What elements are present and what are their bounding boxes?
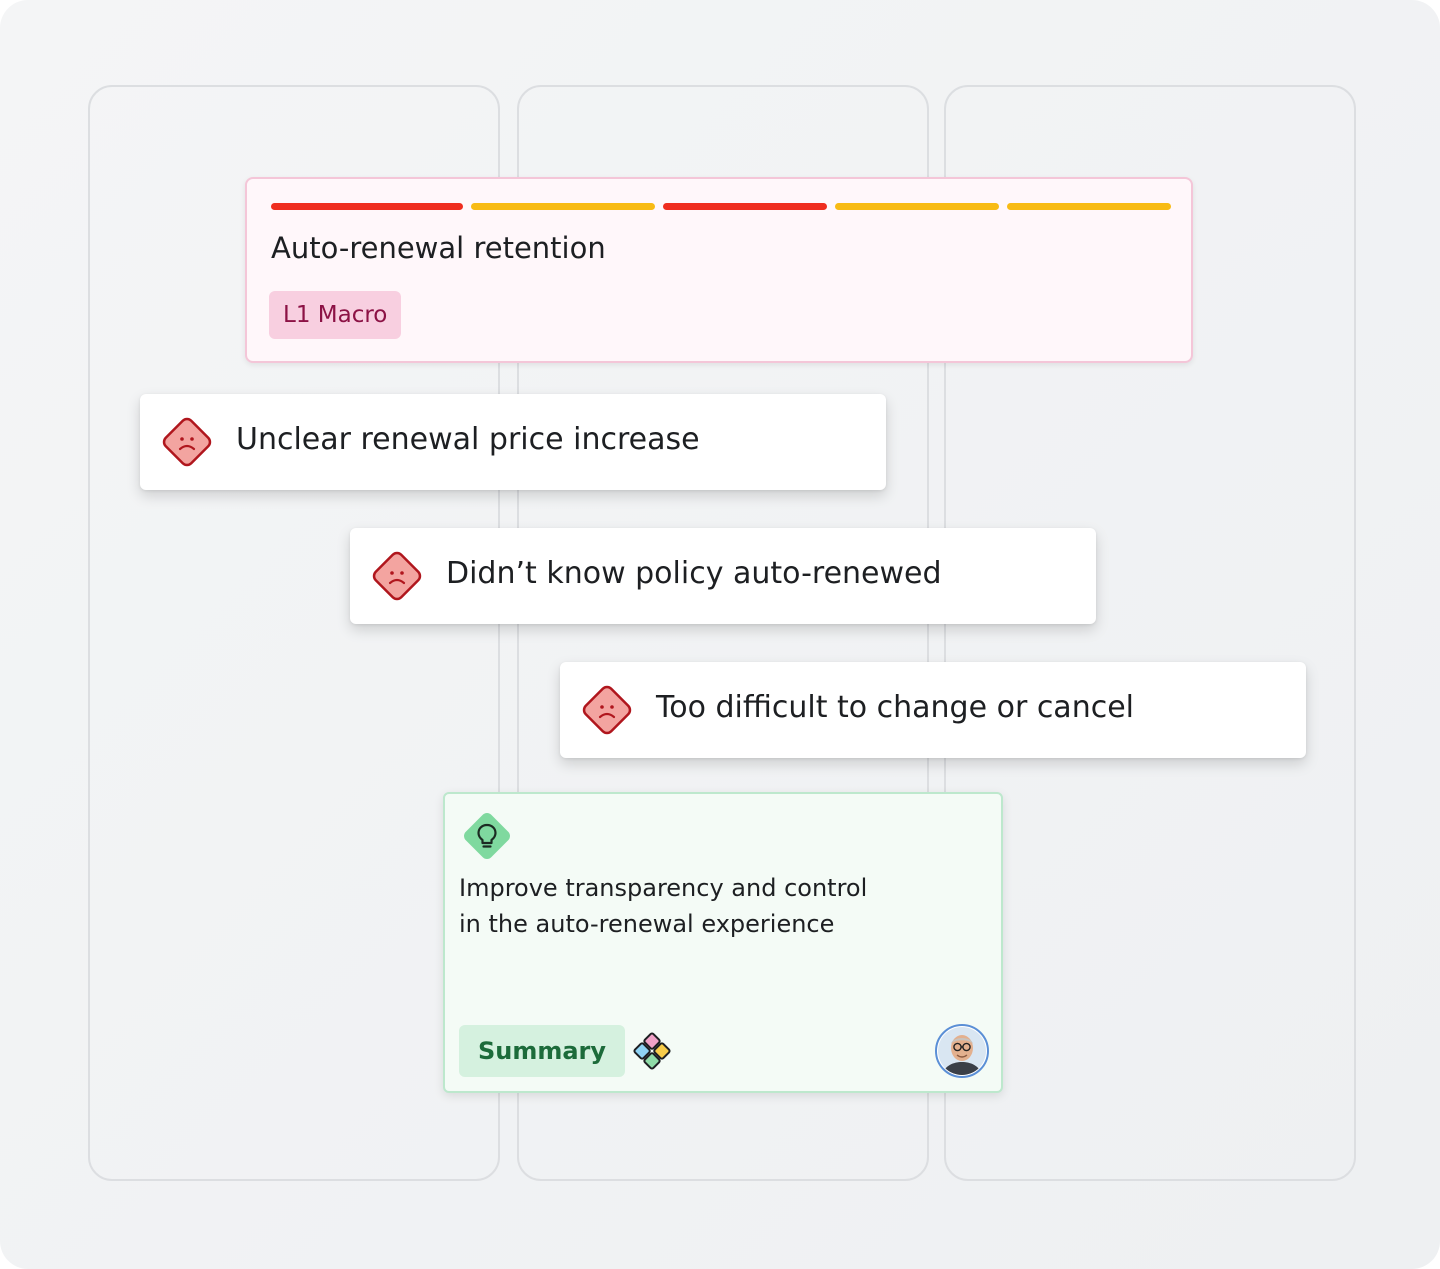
status-segment-5 bbox=[1007, 203, 1171, 210]
summary-tag[interactable]: Summary bbox=[459, 1025, 625, 1077]
pain-point-text: Unclear renewal price increase bbox=[236, 422, 700, 457]
app-grid-icon[interactable] bbox=[633, 1032, 671, 1070]
pain-point-text: Too difficult to change or cancel bbox=[656, 690, 1134, 725]
status-segment-3 bbox=[663, 203, 827, 210]
pain-point-card[interactable]: Unclear renewal price increase bbox=[140, 394, 886, 490]
status-segment-2 bbox=[471, 203, 655, 210]
user-avatar[interactable] bbox=[935, 1024, 989, 1078]
pain-point-card[interactable]: Too difficult to change or cancel bbox=[560, 662, 1306, 758]
macro-card[interactable]: Auto-renewal retention L1 Macro bbox=[245, 177, 1193, 363]
macro-level-tag[interactable]: L1 Macro bbox=[269, 291, 402, 339]
sad-face-icon bbox=[372, 551, 422, 601]
insight-text: Improve transparency and control in the … bbox=[459, 870, 979, 942]
status-segments bbox=[271, 203, 1171, 210]
insight-text-line: Improve transparency and control bbox=[459, 874, 868, 902]
pain-point-card[interactable]: Didn’t know policy auto-renewed bbox=[350, 528, 1096, 624]
lightbulb-icon bbox=[464, 813, 510, 859]
status-segment-1 bbox=[271, 203, 463, 210]
insight-text-line: in the auto-renewal experience bbox=[459, 910, 835, 938]
sad-face-icon bbox=[582, 685, 632, 735]
macro-title: Auto-renewal retention bbox=[271, 231, 606, 265]
pain-point-text: Didn’t know policy auto-renewed bbox=[446, 556, 942, 591]
insight-card[interactable]: Improve transparency and control in the … bbox=[443, 792, 1003, 1093]
status-segment-4 bbox=[835, 203, 999, 210]
sad-face-icon bbox=[162, 417, 212, 467]
board-canvas: Auto-renewal retention L1 Macro Unclear … bbox=[0, 0, 1440, 1269]
